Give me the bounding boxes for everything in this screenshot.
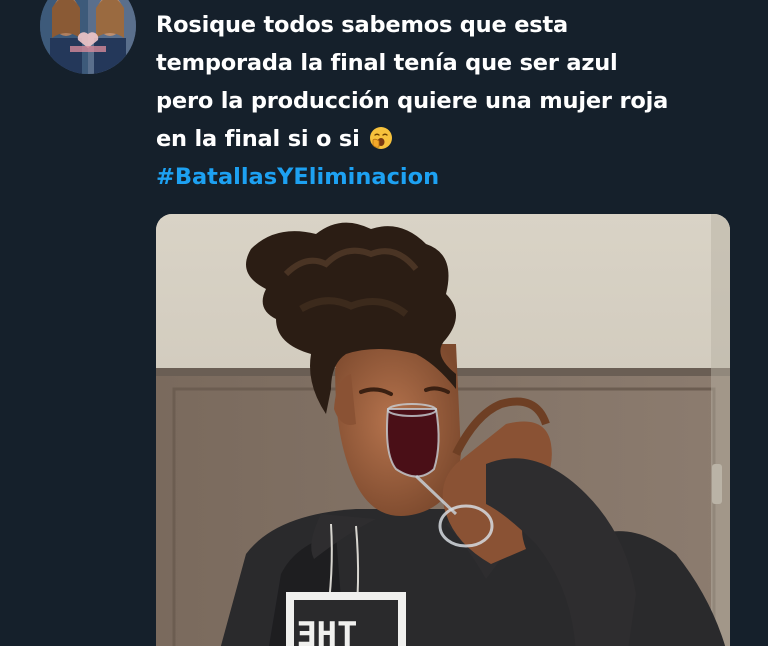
tweet-text-line-content: en la final si o si	[156, 126, 360, 152]
tweet-text-line: Rosique todos sabemos que esta	[156, 12, 568, 38]
tweet: Rosique todos sabemos que esta temporada…	[0, 0, 768, 646]
tweet-text-line: pero la producción quiere una mujer roja	[156, 88, 669, 114]
hashtag-link[interactable]: #BatallasYEliminacion	[156, 158, 746, 196]
avatar[interactable]	[40, 0, 136, 74]
more-icon[interactable]	[258, 0, 288, 4]
shirt-text: ƎHT	[296, 615, 357, 646]
tweet-media-image[interactable]: ƎHT	[156, 214, 730, 646]
tweet-text: Rosique todos sabemos que esta temporada…	[156, 6, 746, 158]
tweet-content: Rosique todos sabemos que esta temporada…	[156, 6, 746, 196]
tweet-text-line: temporada la final tenía que ser azul	[156, 50, 618, 76]
tweet-text-line: en la final si o si	[156, 120, 746, 158]
yawning-face-emoji-icon	[370, 127, 393, 149]
